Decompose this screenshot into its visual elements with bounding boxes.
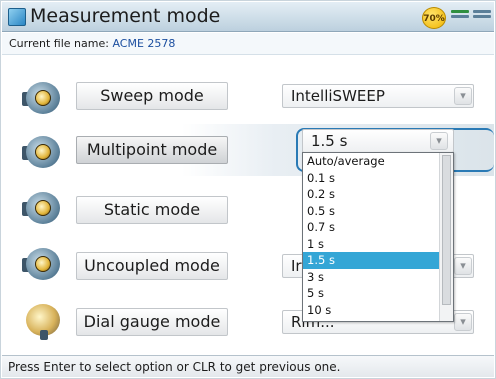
network-icon: [473, 10, 491, 24]
status-bar: Press Enter to select option or CLR to g…: [2, 355, 494, 377]
sensor-icon: [22, 132, 66, 172]
dropdown-option[interactable]: 0.5 s: [303, 203, 440, 220]
main-panel: Sweep mode IntelliSWEEP ▾ Multipoint mod…: [2, 56, 494, 354]
static-mode-button[interactable]: Static mode: [76, 196, 228, 224]
file-name-label: Current file name:: [9, 37, 109, 50]
dropdown-option[interactable]: 1 s: [303, 236, 440, 253]
chevron-down-icon[interactable]: ▾: [454, 313, 472, 331]
dropdown-option[interactable]: 0.2 s: [303, 186, 440, 203]
interval-dropdown-list[interactable]: Auto/average 0.1 s 0.2 s 0.5 s 0.7 s1 s 1.5 s…: [302, 152, 454, 322]
dial-gauge-icon: [22, 300, 66, 340]
dropdown-option[interactable]: 5 s: [303, 285, 440, 302]
chevron-down-icon[interactable]: ▾: [430, 132, 448, 150]
window-title: Measurement mode: [30, 5, 221, 27]
dropdown-options: Auto/average 0.1 s 0.2 s 0.5 s 0.7 s1 s 1.5 s…: [303, 153, 440, 318]
chevron-down-icon[interactable]: ▾: [454, 257, 472, 275]
dropdown-option[interactable]: Auto/average: [303, 153, 440, 170]
dropdown-scrollbar[interactable]: [439, 153, 453, 321]
battery-icon: 70%: [422, 7, 446, 29]
multipoint-mode-button[interactable]: Multipoint mode: [76, 136, 228, 164]
title-bar: Measurement mode 70%: [2, 2, 494, 32]
app-icon: [8, 8, 26, 26]
dial-gauge-mode-button[interactable]: Dial gauge mode: [76, 308, 228, 336]
file-name-value: ACME 2578: [112, 37, 176, 50]
sensor-icon: [22, 78, 66, 118]
sweep-mode-select[interactable]: IntelliSWEEP: [282, 84, 474, 108]
dropdown-option[interactable]: 0.7 s: [303, 219, 440, 236]
uncoupled-mode-button[interactable]: Uncoupled mode: [76, 252, 228, 280]
sweep-mode-value: IntelliSWEEP: [291, 87, 385, 105]
dropdown-option[interactable]: 3 s: [303, 269, 440, 286]
dropdown-option[interactable]: 0.1 s: [303, 170, 440, 187]
multipoint-interval-value: 1.5 s: [311, 132, 348, 150]
dropdown-option[interactable]: 1.5 s: [303, 252, 440, 269]
sensor-icon: [22, 244, 66, 284]
chevron-down-icon[interactable]: ▾: [454, 87, 472, 105]
sensor-icon: [22, 188, 66, 228]
uncoupled-mode-value: Ir: [291, 257, 302, 275]
status-icon: [451, 10, 469, 24]
file-name-row: Current file name: ACME 2578: [2, 33, 494, 55]
dropdown-option[interactable]: 10 s: [303, 302, 440, 319]
scrollbar-thumb[interactable]: [442, 155, 451, 305]
sweep-mode-button[interactable]: Sweep mode: [76, 82, 228, 110]
